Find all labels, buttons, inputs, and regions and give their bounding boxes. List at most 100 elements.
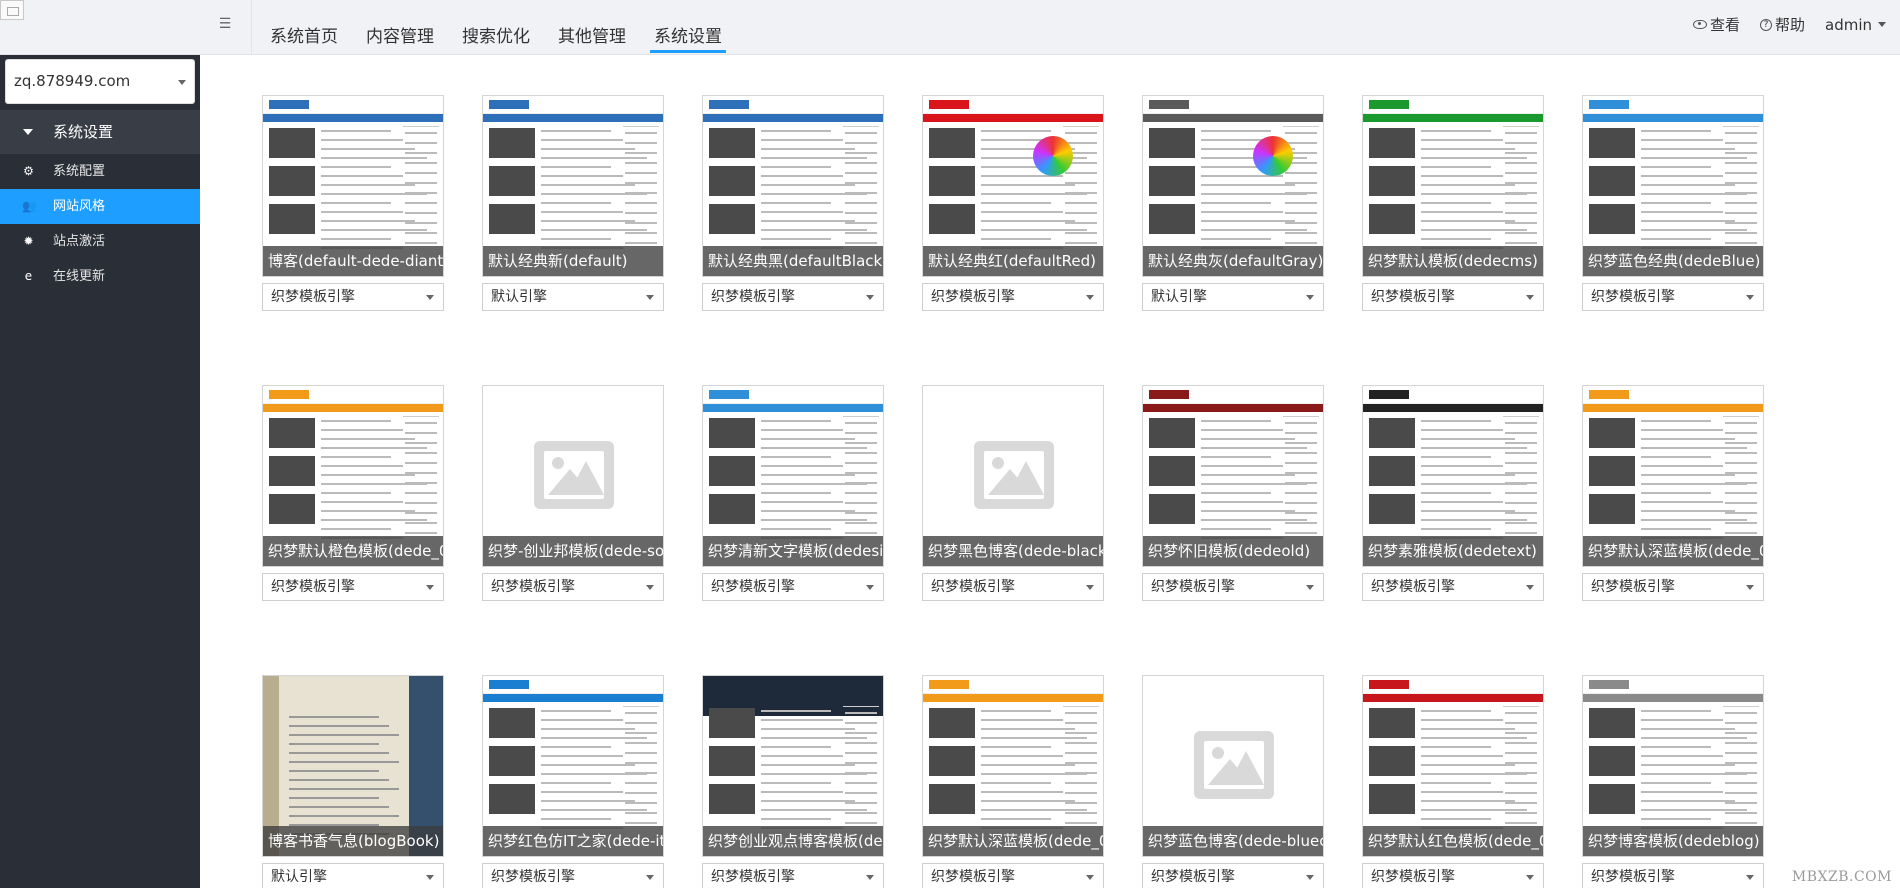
template-caption: 织梦蓝色博客(dede-bluecs) <box>1143 826 1323 856</box>
engine-select[interactable]: 织梦模板引擎 <box>922 283 1104 311</box>
template-thumbnail[interactable]: 博客书香气息(blogBook) <box>262 675 444 857</box>
engine-select-value: 织梦模板引擎 <box>491 869 575 885</box>
engine-select-value: 织梦模板引擎 <box>711 579 795 595</box>
chevron-down-icon <box>178 80 186 85</box>
sidebar-item-1[interactable]: 👥 网站风格 <box>0 189 200 224</box>
template-thumbnail[interactable]: 织梦红色仿IT之家(dede-ith <box>482 675 664 857</box>
engine-select[interactable]: 织梦模板引擎 <box>702 863 884 888</box>
chevron-down-icon <box>1746 295 1754 300</box>
template-thumbnail[interactable]: 默认经典灰(defaultGray) <box>1142 95 1324 277</box>
question-icon: ? <box>1759 18 1772 31</box>
engine-select[interactable]: 默认引擎 <box>262 863 444 888</box>
template-card: 织梦蓝色博客(dede-bluecs) 织梦模板引擎 <box>1142 675 1324 888</box>
template-thumbnail[interactable]: 织梦蓝色经典(dedeBlue) <box>1582 95 1764 277</box>
chevron-down-icon <box>1878 22 1886 27</box>
engine-select[interactable]: 织梦模板引擎 <box>262 573 444 601</box>
template-card: 织梦蓝色经典(dedeBlue) 织梦模板引擎 <box>1582 95 1764 311</box>
sidebar-item-3[interactable]: e 在线更新 <box>0 259 200 294</box>
template-card: 博客书香气息(blogBook) 默认引擎 <box>262 675 444 888</box>
sidebar-toggle-icon[interactable]: ☰ <box>215 14 235 34</box>
template-thumbnail[interactable]: 织梦蓝色博客(dede-bluecs) <box>1142 675 1324 857</box>
template-thumbnail[interactable]: 织梦默认模板(dedecms) <box>1362 95 1544 277</box>
template-thumbnail[interactable]: 默认经典黑(defaultBlack) <box>702 95 884 277</box>
chevron-down-icon <box>426 875 434 880</box>
eye-icon <box>1692 20 1707 29</box>
nav-tab-2[interactable]: 搜索优化 <box>462 0 530 55</box>
engine-select[interactable]: 织梦模板引擎 <box>1142 863 1324 888</box>
engine-select[interactable]: 织梦模板引擎 <box>1362 863 1544 888</box>
chevron-down-icon <box>1746 875 1754 880</box>
chevron-down-icon <box>1086 875 1094 880</box>
chevron-down-icon <box>1086 585 1094 590</box>
engine-select[interactable]: 织梦模板引擎 <box>1582 863 1764 888</box>
template-caption: 博客(default-dede-diantai) <box>263 246 443 276</box>
template-thumbnail[interactable]: 织梦清新文字模板(dedesim <box>702 385 884 567</box>
template-caption: 织梦默认深蓝模板(dede_00 <box>1583 536 1763 566</box>
chevron-down-icon <box>646 875 654 880</box>
sidebar-section-system-settings[interactable]: 系统设置 <box>0 110 200 154</box>
engine-select[interactable]: 织梦模板引擎 <box>922 573 1104 601</box>
top-bar: ☰ 系统首页 内容管理 搜索优化 其他管理 系统设置 查看 ? 帮助 admin <box>0 0 1900 55</box>
engine-select[interactable]: 织梦模板引擎 <box>702 573 884 601</box>
watermark: MBXZB.COM <box>1791 869 1892 885</box>
template-thumbnail[interactable]: 织梦-创业邦模板(dede-sos) <box>482 385 664 567</box>
template-thumbnail[interactable]: 默认经典新(default) <box>482 95 664 277</box>
template-card: 织梦默认橙色模板(dede_00 织梦模板引擎 <box>262 385 444 601</box>
nav-tab-1[interactable]: 内容管理 <box>366 0 434 55</box>
engine-select-value: 织梦模板引擎 <box>931 579 1015 595</box>
template-thumbnail[interactable]: 织梦素雅模板(dedetext) <box>1362 385 1544 567</box>
template-card: 博客(default-dede-diantai) 织梦模板引擎 <box>262 95 444 311</box>
site-select[interactable]: zq.878949.com <box>5 59 195 104</box>
template-thumbnail[interactable]: 织梦默认深蓝模板(dede_00 <box>1582 385 1764 567</box>
engine-select[interactable]: 织梦模板引擎 <box>1582 573 1764 601</box>
template-caption: 织梦清新文字模板(dedesim <box>703 536 883 566</box>
template-card: 默认经典灰(defaultGray) 默认引擎 <box>1142 95 1324 311</box>
engine-select[interactable]: 织梦模板引擎 <box>702 283 884 311</box>
image-placeholder-icon <box>974 441 1054 509</box>
sidebar-item-0[interactable]: ⚙ 系统配置 <box>0 154 200 189</box>
nav-tab-3[interactable]: 其他管理 <box>558 0 626 55</box>
template-thumbnail[interactable]: 博客(default-dede-diantai) <box>262 95 444 277</box>
template-thumbnail[interactable]: 织梦默认橙色模板(dede_00 <box>262 385 444 567</box>
engine-select[interactable]: 织梦模板引擎 <box>1362 283 1544 311</box>
template-card: 织梦默认深蓝模板(dede_00 织梦模板引擎 <box>922 675 1104 888</box>
sidebar-item-2[interactable]: ✹ 站点激活 <box>0 224 200 259</box>
template-thumbnail[interactable]: 默认经典红(defaultRed) <box>922 95 1104 277</box>
template-card: 织梦怀旧模板(dedeold) 织梦模板引擎 <box>1142 385 1324 601</box>
engine-select[interactable]: 默认引擎 <box>1142 283 1324 311</box>
template-thumbnail[interactable]: 织梦博客模板(dedeblog) <box>1582 675 1764 857</box>
engine-select[interactable]: 织梦模板引擎 <box>482 573 664 601</box>
engine-select[interactable]: 织梦模板引擎 <box>1582 283 1764 311</box>
nav-tab-0[interactable]: 系统首页 <box>270 0 338 55</box>
template-card: 织梦博客模板(dedeblog) 织梦模板引擎 <box>1582 675 1764 888</box>
engine-select-value: 默认引擎 <box>491 289 547 305</box>
user-menu[interactable]: admin <box>1825 16 1886 34</box>
engine-select[interactable]: 织梦模板引擎 <box>262 283 444 311</box>
template-card: 织梦-创业邦模板(dede-sos) 织梦模板引擎 <box>482 385 664 601</box>
chevron-down-icon <box>426 295 434 300</box>
template-thumbnail[interactable]: 织梦创业观点博客模板(ded <box>702 675 884 857</box>
chevron-down-icon <box>426 585 434 590</box>
engine-select[interactable]: 织梦模板引擎 <box>482 863 664 888</box>
template-thumbnail[interactable]: 织梦黑色博客(dede-black) <box>922 385 1104 567</box>
engine-select[interactable]: 织梦模板引擎 <box>1362 573 1544 601</box>
template-caption: 织梦素雅模板(dedetext) <box>1363 536 1543 566</box>
chevron-down-icon <box>1526 875 1534 880</box>
engine-select[interactable]: 织梦模板引擎 <box>1142 573 1324 601</box>
help-button[interactable]: ? 帮助 <box>1759 14 1805 35</box>
template-caption: 默认经典红(defaultRed) <box>923 246 1103 276</box>
template-thumbnail[interactable]: 织梦默认深蓝模板(dede_00 <box>922 675 1104 857</box>
engine-select[interactable]: 默认引擎 <box>482 283 664 311</box>
engine-select-value: 织梦模板引擎 <box>1371 869 1455 885</box>
template-thumbnail[interactable]: 织梦默认红色模板(dede_00 <box>1362 675 1544 857</box>
sidebar: zq.878949.com 系统设置 ⚙ 系统配置 👥 网站风格 ✹ 站点激活 e 在线更新 <box>0 55 200 888</box>
template-thumbnail[interactable]: 织梦怀旧模板(dedeold) <box>1142 385 1324 567</box>
image-placeholder-icon <box>1194 731 1274 799</box>
template-card: 织梦默认模板(dedecms) 织梦模板引擎 <box>1362 95 1544 311</box>
nav-tab-4[interactable]: 系统设置 <box>650 0 726 55</box>
image-placeholder-icon <box>534 441 614 509</box>
engine-select-value: 织梦模板引擎 <box>1151 579 1235 595</box>
view-button[interactable]: 查看 <box>1692 14 1740 35</box>
template-card: 默认经典新(default) 默认引擎 <box>482 95 664 311</box>
engine-select[interactable]: 织梦模板引擎 <box>922 863 1104 888</box>
